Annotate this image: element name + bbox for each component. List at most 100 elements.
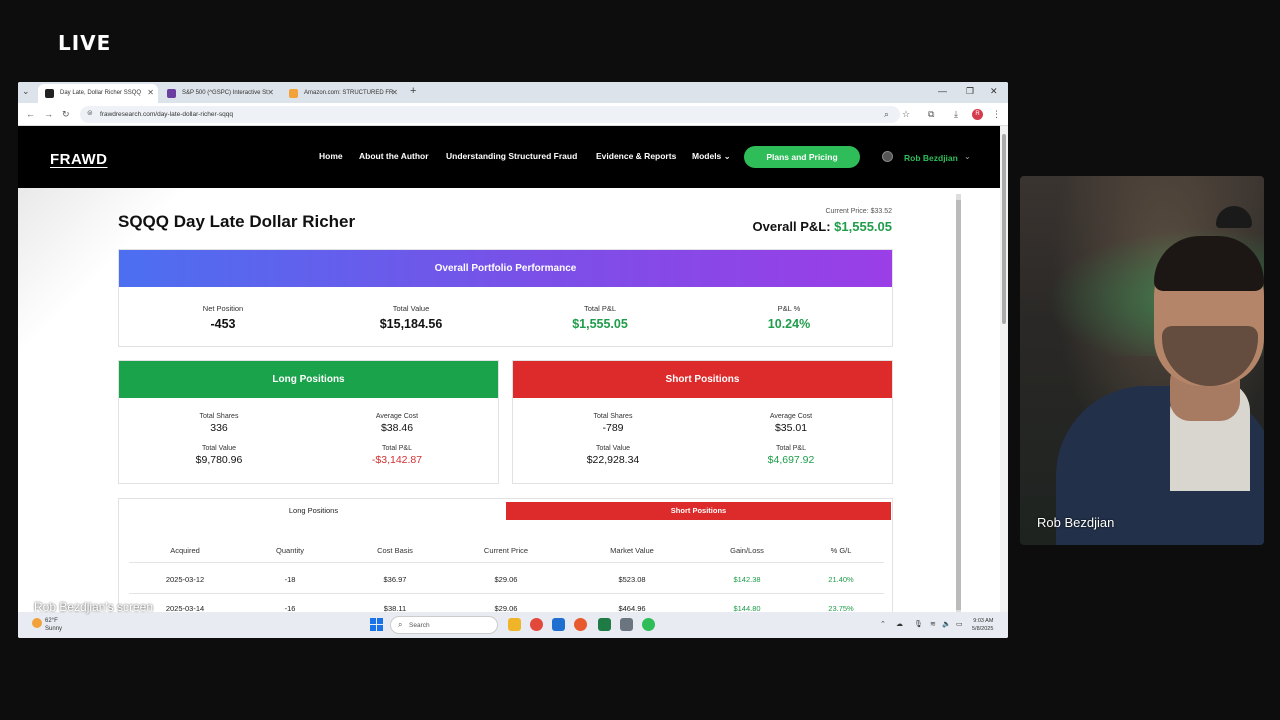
browser-tab-3[interactable]: Amazon.com: STRUCTURED FR ✕ [282, 84, 402, 103]
column-header[interactable]: Market Value [577, 546, 687, 555]
positions-table-card: Long Positions Short Positions Acquired … [118, 498, 893, 612]
column-header[interactable]: Cost Basis [340, 546, 450, 555]
column-header[interactable]: Acquired [135, 546, 235, 555]
cell-percent-gl: 21.40% [828, 575, 854, 584]
cell-quantity: -18 [284, 575, 296, 584]
total-value-stat: Total Value $15,184.56 [351, 304, 471, 331]
user-menu[interactable]: Rob Bezdjian [904, 153, 958, 163]
wifi-icon[interactable]: ≋ [930, 620, 936, 628]
tab-search-icon[interactable]: ⌄ [22, 86, 30, 97]
nav-understanding-structured-fraud[interactable]: Understanding Structured Fraud [446, 151, 577, 161]
long-positions-card: Long Positions Total Shares 336 Average … [118, 360, 499, 484]
chevron-down-icon[interactable]: ⌄ [964, 152, 971, 161]
forward-icon[interactable]: → [44, 109, 53, 119]
overall-pl-label: Overall P&L: [752, 219, 831, 234]
nav-home[interactable]: Home [319, 151, 343, 161]
cell-quantity: -16 [284, 604, 296, 612]
restore-icon[interactable]: ❐ [966, 86, 974, 97]
site-logo[interactable]: FRAWD [50, 151, 108, 168]
sun-icon [32, 618, 42, 628]
cell-cost-basis: $38.11 [383, 604, 407, 612]
scrollbar-thumb[interactable] [1002, 134, 1006, 324]
profile-avatar[interactable]: R [972, 109, 983, 120]
close-icon[interactable]: ✕ [391, 88, 398, 97]
reload-icon[interactable]: ↻ [62, 109, 70, 120]
cell-percent-gl: 23.75% [828, 604, 854, 612]
site-info-icon[interactable]: ⊜ [87, 109, 93, 117]
column-header[interactable]: Current Price [451, 546, 561, 555]
browser-tab-2[interactable]: S&P 500 (^GSPC) Interactive St ✕ [160, 84, 278, 103]
browser-tab-1[interactable]: Day Late, Dollar Richer SSQQ ✕ [38, 84, 158, 103]
user-avatar-icon[interactable] [882, 151, 893, 162]
volume-icon[interactable]: 🔈 [942, 620, 951, 628]
stat-label: Total P&L [776, 445, 806, 452]
cloud-icon[interactable]: ☁ [896, 620, 903, 628]
tab-title: S&P 500 (^GSPC) Interactive St [182, 90, 268, 96]
download-icon[interactable]: ⤓ [954, 109, 958, 120]
stat-label: Total Shares [199, 413, 239, 420]
clock-date: 5/8/2025 [972, 626, 994, 632]
short-total-pl: Total P&L $4,697.92 [731, 445, 851, 466]
total-pl-stat: Total P&L $1,555.05 [540, 304, 660, 331]
zoom-icon[interactable]: ⌕ [884, 109, 889, 120]
plans-and-pricing-button[interactable]: Plans and Pricing [744, 146, 860, 168]
stat-label: Total Value [595, 445, 631, 452]
close-icon[interactable]: ✕ [147, 88, 154, 97]
chevron-up-icon[interactable]: ⌃ [880, 620, 886, 628]
chrome-icon[interactable] [530, 618, 543, 631]
portfolio-heading: Overall Portfolio Performance [119, 250, 892, 287]
long-total-pl: Total P&L -$3,142.87 [337, 445, 457, 466]
window-close-icon[interactable]: ✕ [990, 86, 998, 97]
bookmark-star-icon[interactable]: ☆ [902, 109, 910, 120]
windows-taskbar: 62°F Sunny ⌕ Search ⌃ ☁ 🎙 ≋ 🔈 ▭ 9:03 AM … [18, 612, 1008, 638]
back-icon[interactable]: ← [26, 109, 35, 119]
microphone-icon[interactable]: 🎙 [914, 620, 923, 628]
whatsapp-icon[interactable] [642, 618, 655, 631]
stat-label: Average Cost [375, 413, 419, 420]
current-price: Current Price: $33.52 [825, 208, 892, 215]
stat-value: $15,184.56 [379, 317, 443, 331]
stat-value: $22,928.34 [586, 454, 640, 466]
stat-value: $4,697.92 [767, 454, 815, 466]
column-header[interactable]: Quantity [240, 546, 340, 555]
scrollbar-thumb[interactable] [956, 200, 961, 610]
frawd-favicon-icon [45, 89, 54, 98]
stat-label: Total Value [392, 304, 430, 313]
new-tab-icon[interactable]: + [410, 85, 416, 97]
webcam-feed: Rob Bezdjian [1020, 176, 1264, 545]
tab-short-positions[interactable]: Short Positions [506, 502, 891, 520]
weather-widget[interactable]: 62°F Sunny [32, 617, 62, 633]
cell-current-price: $29.06 [494, 604, 518, 612]
close-icon[interactable]: ✕ [267, 88, 274, 97]
extensions-icon[interactable]: ⧉ [928, 109, 934, 120]
column-header[interactable]: % G/L [791, 546, 891, 555]
portfolio-performance-card: Overall Portfolio Performance Net Positi… [118, 249, 893, 347]
excel-icon[interactable] [598, 618, 611, 631]
file-explorer-icon[interactable] [508, 618, 521, 631]
site-header: FRAWD Home About the Author Understandin… [18, 126, 1000, 188]
more-menu-icon[interactable]: ⋮ [992, 109, 1001, 120]
taskbar-clock[interactable]: 9:03 AM 5/8/2025 [972, 617, 993, 633]
minimize-icon[interactable]: — [938, 86, 947, 96]
stat-value: $38.46 [380, 422, 414, 434]
tab-title: Day Late, Dollar Richer SSQQ [60, 90, 142, 96]
chrome-profile-icon[interactable] [574, 618, 587, 631]
url-input[interactable]: ⊜ frawdresearch.com/day-late-dollar-rich… [80, 106, 900, 123]
windows-start-icon[interactable] [370, 618, 383, 631]
nav-about-the-author[interactable]: About the Author [359, 151, 429, 161]
page-scrollbar[interactable] [1000, 126, 1008, 612]
nav-models[interactable]: Models ⌄ [692, 151, 731, 162]
calculator-icon[interactable] [620, 618, 633, 631]
column-header[interactable]: Gain/Loss [697, 546, 797, 555]
taskbar-search[interactable]: ⌕ Search [390, 616, 498, 634]
tab-long-positions[interactable]: Long Positions [121, 502, 506, 520]
short-positions-card: Short Positions Total Shares -789 Averag… [512, 360, 893, 484]
outlook-icon[interactable] [552, 618, 565, 631]
nav-evidence-reports[interactable]: Evidence & Reports [596, 151, 676, 161]
page-title: SQQQ Day Late Dollar Richer [118, 212, 356, 231]
stat-label: Total Shares [593, 413, 633, 420]
stat-value: $1,555.05 [572, 317, 628, 331]
battery-icon[interactable]: ▭ [956, 620, 963, 628]
stat-value: $9,780.96 [195, 454, 243, 466]
content-scrollbar[interactable] [956, 194, 961, 612]
